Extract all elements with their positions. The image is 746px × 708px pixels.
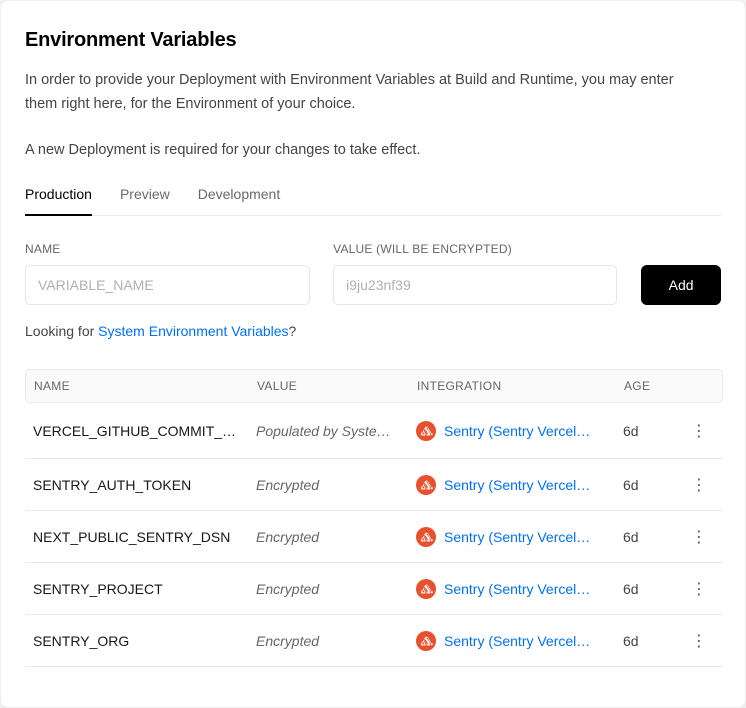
sentry-icon bbox=[416, 579, 436, 599]
table-row: SENTRY_AUTH_TOKEN Encrypted Sentry (Sent… bbox=[25, 459, 723, 511]
tab-label: Preview bbox=[120, 186, 170, 202]
table-row: SENTRY_ORG Encrypted Sentry (Sentry Verc… bbox=[25, 615, 723, 667]
integration-cell: Sentry (Sentry Vercel… bbox=[416, 631, 623, 651]
table-body: VERCEL_GITHUB_COMMIT_… Populated by Syst… bbox=[25, 403, 723, 667]
table-row: NEXT_PUBLIC_SENTRY_DSN Encrypted Sentry … bbox=[25, 511, 723, 563]
kebab-menu-icon[interactable]: ⋮ bbox=[685, 629, 713, 653]
integration-link[interactable]: Sentry (Sentry Vercel… bbox=[444, 581, 590, 597]
redeploy-note-text: A new Deployment is required for your ch… bbox=[25, 138, 697, 162]
variable-value-input[interactable] bbox=[333, 265, 617, 305]
table-header-row: NAME VALUE INTEGRATION AGE bbox=[25, 369, 723, 403]
description-text: In order to provide your Deployment with… bbox=[25, 68, 697, 116]
environment-variables-panel: Environment Variables In order to provid… bbox=[0, 0, 746, 708]
row-actions: ⋮ bbox=[685, 629, 725, 653]
variable-value-cell: Encrypted bbox=[256, 529, 416, 545]
name-label: NAME bbox=[25, 242, 310, 256]
system-env-variables-link[interactable]: System Environment Variables bbox=[98, 323, 288, 339]
variable-name-cell: NEXT_PUBLIC_SENTRY_DSN bbox=[25, 529, 256, 545]
environment-tabs: Production Preview Development bbox=[25, 186, 721, 216]
column-header-value: VALUE bbox=[257, 379, 417, 393]
kebab-menu-icon[interactable]: ⋮ bbox=[685, 473, 713, 497]
column-header-name: NAME bbox=[26, 379, 257, 393]
add-button[interactable]: Add bbox=[641, 265, 721, 305]
name-field-group: NAME bbox=[25, 242, 310, 305]
integration-link[interactable]: Sentry (Sentry Vercel… bbox=[444, 633, 590, 649]
integration-link[interactable]: Sentry (Sentry Vercel… bbox=[444, 423, 590, 439]
variable-name-cell: SENTRY_AUTH_TOKEN bbox=[25, 477, 256, 493]
sentry-icon bbox=[416, 631, 436, 651]
variable-value-cell: Encrypted bbox=[256, 581, 416, 597]
row-actions: ⋮ bbox=[685, 577, 725, 601]
system-env-hint: Looking for System Environment Variables… bbox=[25, 323, 721, 339]
row-actions: ⋮ bbox=[685, 525, 725, 549]
variable-name-input[interactable] bbox=[25, 265, 310, 305]
integration-link[interactable]: Sentry (Sentry Vercel… bbox=[444, 529, 590, 545]
column-header-integration: INTEGRATION bbox=[417, 379, 624, 393]
table-row: SENTRY_PROJECT Encrypted Sentry (Sentry … bbox=[25, 563, 723, 615]
variable-value-cell: Encrypted bbox=[256, 633, 416, 649]
kebab-menu-icon[interactable]: ⋮ bbox=[685, 419, 713, 443]
age-cell: 6d bbox=[623, 529, 685, 545]
variable-value-cell: Populated by Syste… bbox=[256, 423, 416, 439]
environment-tab[interactable]: Preview bbox=[120, 186, 170, 215]
integration-cell: Sentry (Sentry Vercel… bbox=[416, 421, 623, 441]
value-label: VALUE (WILL BE ENCRYPTED) bbox=[333, 242, 617, 256]
variables-table: NAME VALUE INTEGRATION AGE VERCEL_GITHUB… bbox=[25, 369, 723, 667]
page-title: Environment Variables bbox=[25, 29, 721, 52]
variable-name-cell: VERCEL_GITHUB_COMMIT_… bbox=[25, 423, 256, 439]
tab-label: Development bbox=[198, 186, 281, 202]
variable-value-cell: Encrypted bbox=[256, 477, 416, 493]
tab-label: Production bbox=[25, 186, 92, 202]
table-row: VERCEL_GITHUB_COMMIT_… Populated by Syst… bbox=[25, 403, 723, 459]
sentry-icon bbox=[416, 475, 436, 495]
value-field-group: VALUE (WILL BE ENCRYPTED) bbox=[333, 242, 617, 305]
row-actions: ⋮ bbox=[685, 473, 725, 497]
environment-tab[interactable]: Development bbox=[198, 186, 281, 215]
age-cell: 6d bbox=[623, 423, 685, 439]
variable-name-cell: SENTRY_PROJECT bbox=[25, 581, 256, 597]
age-cell: 6d bbox=[623, 633, 685, 649]
age-cell: 6d bbox=[623, 477, 685, 493]
environment-tab[interactable]: Production bbox=[25, 186, 92, 216]
age-cell: 6d bbox=[623, 581, 685, 597]
add-variable-form: NAME VALUE (WILL BE ENCRYPTED) Add bbox=[25, 242, 721, 305]
integration-cell: Sentry (Sentry Vercel… bbox=[416, 527, 623, 547]
kebab-menu-icon[interactable]: ⋮ bbox=[685, 525, 713, 549]
sentry-icon bbox=[416, 527, 436, 547]
row-actions: ⋮ bbox=[685, 419, 725, 443]
sentry-icon bbox=[416, 421, 436, 441]
integration-cell: Sentry (Sentry Vercel… bbox=[416, 475, 623, 495]
integration-link[interactable]: Sentry (Sentry Vercel… bbox=[444, 477, 590, 493]
hint-suffix: ? bbox=[289, 323, 297, 339]
integration-cell: Sentry (Sentry Vercel… bbox=[416, 579, 623, 599]
hint-prefix: Looking for bbox=[25, 323, 98, 339]
variable-name-cell: SENTRY_ORG bbox=[25, 633, 256, 649]
kebab-menu-icon[interactable]: ⋮ bbox=[685, 577, 713, 601]
column-header-age: AGE bbox=[624, 379, 686, 393]
